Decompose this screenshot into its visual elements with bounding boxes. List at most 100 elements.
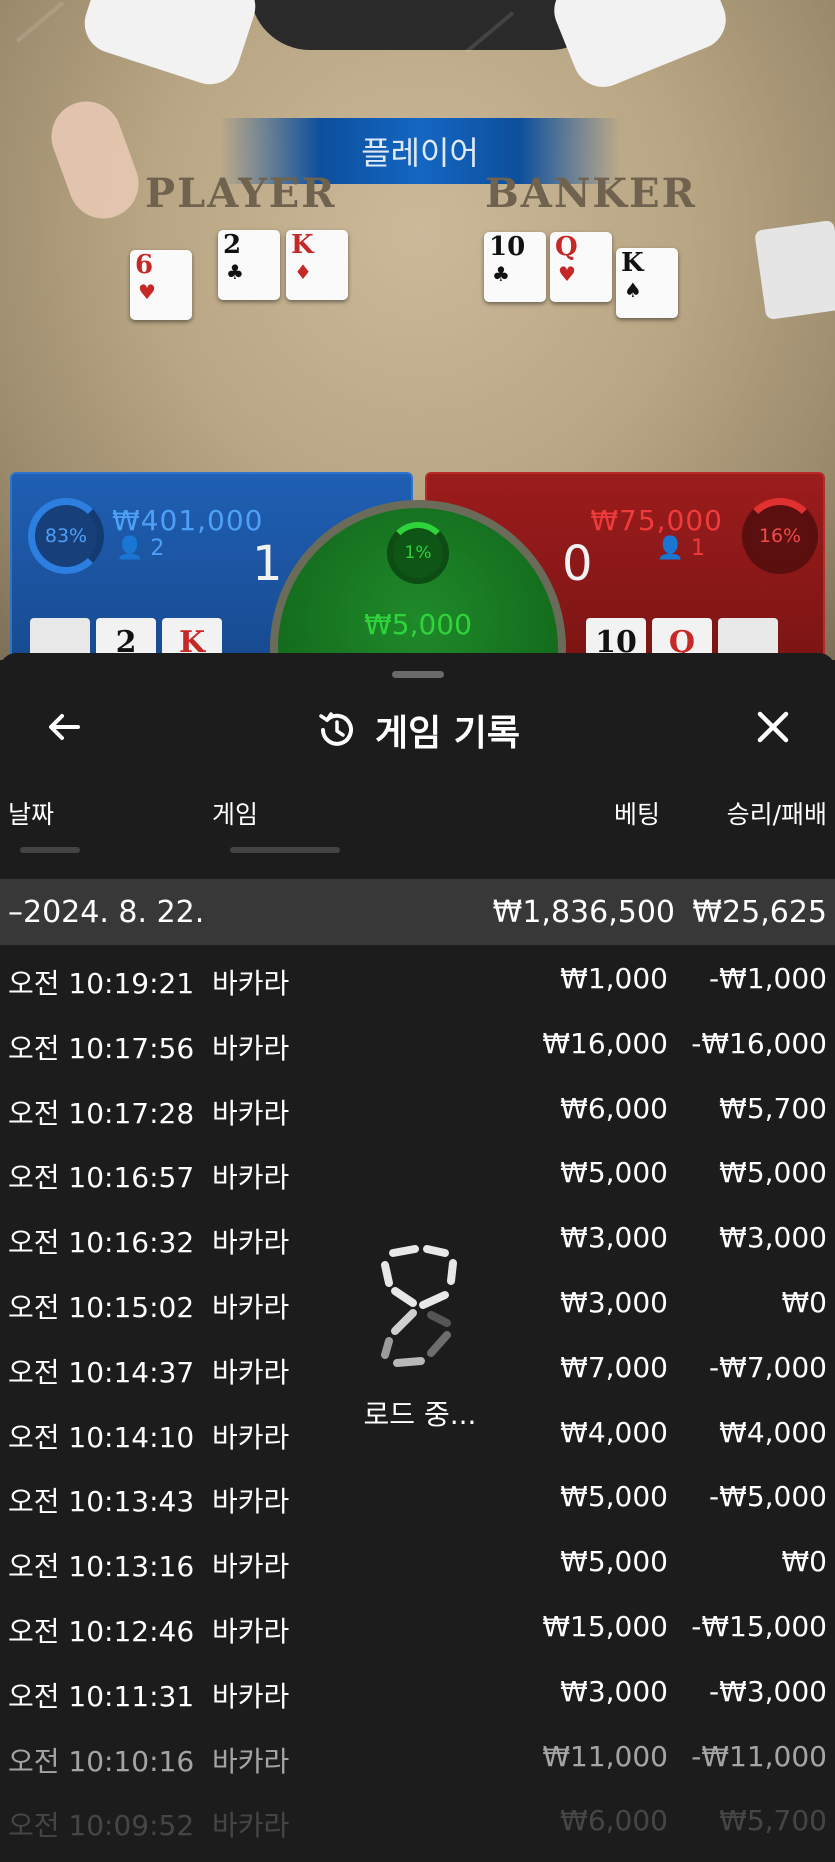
table-row[interactable]: 오전 10:14:10 바카라 ₩4,000 ₩4,000 [0, 1399, 835, 1464]
row-game: 바카라 [212, 1679, 290, 1713]
sheet-drag-handle[interactable] [392, 671, 444, 678]
row-game: 바카라 [212, 1809, 290, 1843]
table-row[interactable]: 오전 10:17:56 바카라 ₩16,000 -₩16,000 [0, 1010, 835, 1075]
row-time: 오전 10:14:37 [8, 1355, 195, 1389]
table-row[interactable]: 오전 10:12:46 바카라 ₩15,000 -₩15,000 [0, 1593, 835, 1658]
row-result: ₩5,700 [719, 1091, 827, 1125]
row-result: ₩5,000 [719, 1156, 827, 1190]
banker-card-2: Q ♥ [550, 232, 612, 302]
table-row[interactable]: 오전 10:15:02 바카라 ₩3,000 ₩0 [0, 1269, 835, 1334]
user-icon: 👤 [116, 536, 144, 561]
banker-bettor-number: 1 [691, 536, 705, 561]
tie-percent-ring: 1% [387, 522, 449, 584]
card-suit: ♥ [558, 262, 576, 286]
player-total-bet: ₩401,000 [112, 504, 264, 537]
column-header-game: 게임 [212, 800, 259, 829]
row-time: 오전 10:16:32 [8, 1226, 195, 1260]
player-bettor-count: 👤 2 [116, 536, 164, 561]
row-game: 바카라 [212, 1226, 290, 1260]
table-row[interactable]: 오전 10:10:16 바카라 ₩11,000 -₩11,000 [0, 1723, 835, 1788]
table-row[interactable]: 오전 10:13:43 바카라 ₩5,000 -₩5,000 [0, 1463, 835, 1528]
row-result: -₩11,000 [691, 1739, 827, 1773]
row-time: 오전 10:13:43 [8, 1485, 195, 1519]
row-time: 오전 10:11:31 [8, 1679, 195, 1713]
row-result: ₩5,700 [719, 1804, 827, 1838]
banker-card-3: K ♠ [616, 248, 678, 318]
row-time: 오전 10:14:10 [8, 1420, 195, 1454]
row-time: 오전 10:09:52 [8, 1809, 195, 1843]
card-suit: ♣ [226, 260, 244, 284]
banker-table-label: BANKER [485, 170, 697, 217]
card-rank: 10 [489, 232, 526, 262]
user-icon: 👤 [656, 536, 684, 561]
card-suit: ♠ [624, 278, 642, 302]
card-rank: 6 [135, 250, 154, 280]
row-result: ₩3,000 [719, 1221, 827, 1255]
row-result: -₩7,000 [709, 1350, 827, 1384]
banker-bettor-count: 👤 1 [657, 536, 705, 561]
card-suit: ♣ [492, 262, 510, 286]
banker-card-1: 10 ♣ [484, 232, 546, 302]
table-row[interactable]: 오전 10:14:37 바카라 ₩7,000 -₩7,000 [0, 1334, 835, 1399]
player-percent-ring: 83% [28, 498, 104, 574]
card-rank: K [621, 248, 644, 278]
row-game: 바카라 [212, 1420, 290, 1454]
row-bet: ₩5,000 [560, 1480, 668, 1514]
table-row[interactable]: 오전 10:17:28 바카라 ₩6,000 ₩5,700 [0, 1075, 835, 1140]
scrolled-row-fragment [0, 843, 835, 863]
row-bet: ₩7,000 [560, 1350, 668, 1384]
row-bet: ₩15,000 [542, 1609, 668, 1643]
row-game: 바카라 [212, 1744, 290, 1778]
player-card-3: K ♦ [286, 230, 348, 300]
row-bet: ₩4,000 [560, 1415, 668, 1449]
day-summary-row[interactable]: –2024. 8. 22. ₩1,836,500 ₩25,625 [0, 879, 835, 945]
row-bet: ₩5,000 [560, 1156, 668, 1190]
row-game: 바카라 [212, 1096, 290, 1130]
column-headers: 날짜 게임 베팅 승리/패배 [0, 795, 835, 835]
card-suit: ♥ [138, 280, 156, 304]
row-time: 오전 10:17:56 [8, 1031, 195, 1065]
tie-percent: 1% [404, 543, 432, 563]
table-row[interactable]: 오전 10:13:16 바카라 ₩5,000 ₩0 [0, 1528, 835, 1593]
history-list: 오전 10:19:21 바카라 ₩1,000 -₩1,000 오전 10:17:56 바카… [0, 945, 835, 1852]
row-time: 오전 10:13:16 [8, 1550, 195, 1584]
dealer-hand [41, 91, 149, 229]
player-table-label: PLAYER [145, 170, 337, 217]
row-game: 바카라 [212, 1290, 290, 1324]
row-time: 오전 10:19:21 [8, 967, 195, 1000]
sheet-title: 게임 기록 [0, 704, 835, 756]
player-bettor-number: 2 [150, 536, 165, 561]
sheet-header: 게임 기록 [0, 698, 835, 758]
player-percent: 83% [44, 525, 88, 547]
row-result: -₩5,000 [709, 1480, 827, 1514]
row-bet: ₩1,000 [560, 962, 668, 995]
game-history-sheet: 게임 기록 날짜 게임 베팅 승리/패배 –2024. 8. 22. ₩1,83… [0, 653, 835, 1862]
card-shoe [754, 219, 835, 321]
banker-total-bet: ₩75,000 [590, 504, 723, 537]
table-row[interactable]: 오전 10:11:31 바카라 ₩3,000 -₩3,000 [0, 1658, 835, 1723]
card-rank: Q [555, 232, 578, 262]
row-game: 바카라 [212, 1355, 290, 1389]
row-result: -₩16,000 [691, 1026, 827, 1060]
table-row[interactable]: 오전 10:09:52 바카라 ₩6,000 ₩5,700 [0, 1787, 835, 1852]
row-game: 바카라 [212, 1614, 290, 1648]
row-time: 오전 10:15:02 [8, 1290, 195, 1324]
card-rank: K [291, 230, 314, 260]
day-summary-bet: ₩1,836,500 [492, 895, 675, 930]
table-row[interactable]: 오전 10:16:57 바카라 ₩5,000 ₩5,000 [0, 1139, 835, 1204]
row-game: 바카라 [212, 967, 290, 1000]
day-summary-result: ₩25,625 [692, 895, 827, 930]
dealer-right-sleeve [545, 0, 735, 96]
row-time: 오전 10:10:16 [8, 1744, 195, 1778]
column-header-date: 날짜 [8, 800, 55, 829]
row-time: 오전 10:16:57 [8, 1161, 195, 1195]
row-bet: ₩5,000 [560, 1545, 668, 1579]
banker-percent-ring: 16% [742, 498, 818, 574]
table-row[interactable]: 오전 10:16:32 바카라 ₩3,000 ₩3,000 [0, 1204, 835, 1269]
dealer-left-sleeve [76, 0, 264, 93]
close-button[interactable] [748, 702, 798, 752]
row-time: 오전 10:17:28 [8, 1096, 195, 1130]
table-row[interactable]: 오전 10:19:21 바카라 ₩1,000 -₩1,000 [0, 945, 835, 1010]
row-bet: ₩3,000 [560, 1221, 668, 1255]
banker-percent: 16% [758, 525, 802, 547]
